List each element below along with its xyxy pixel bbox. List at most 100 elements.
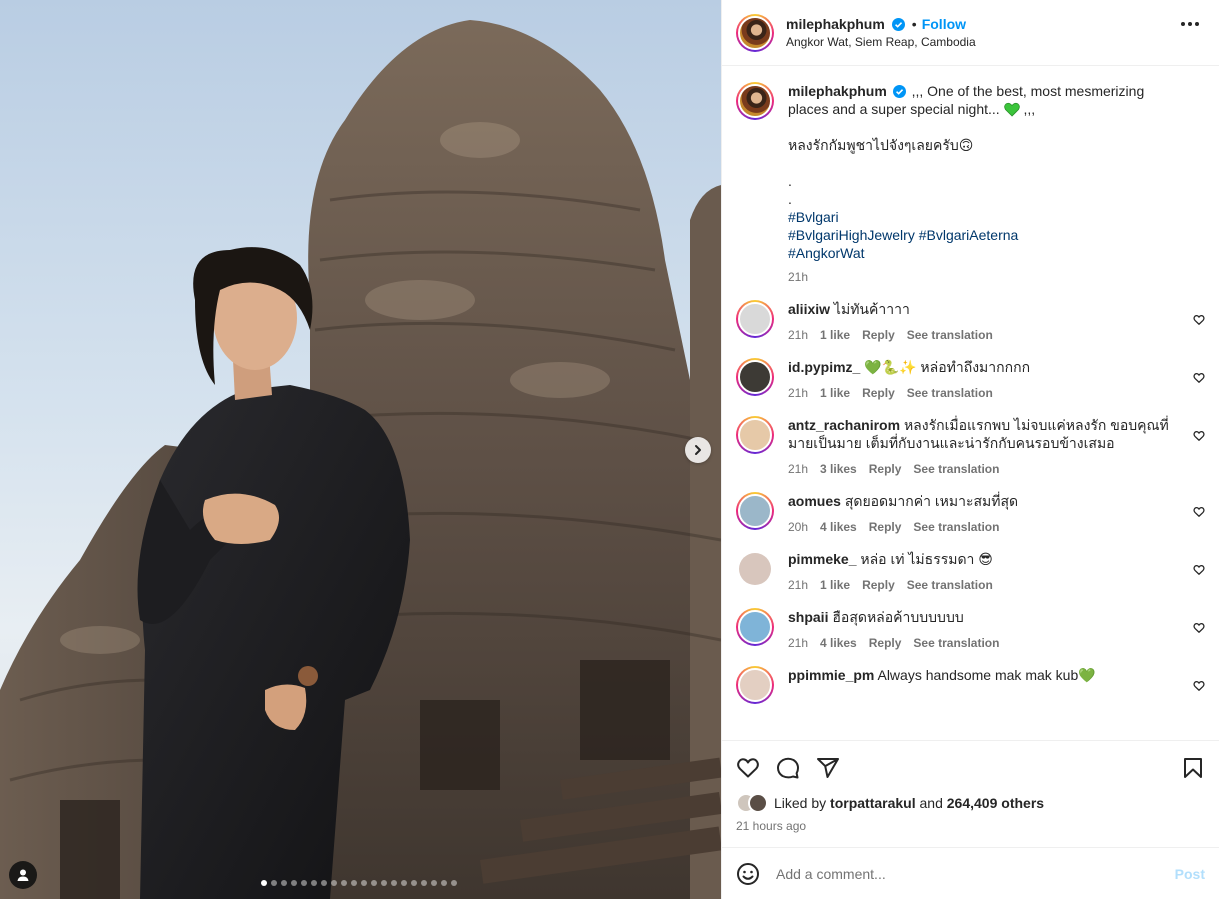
reply-button[interactable]: Reply [869,634,902,652]
emoji-icon[interactable] [736,862,760,886]
comment-text: ฮือสุดหล่อค้าบบบบบบ [832,609,964,625]
commenter-username[interactable]: shpaii [788,609,828,625]
commenter-avatar[interactable] [736,666,774,704]
carousel-dot [391,880,397,886]
carousel-dot [351,880,357,886]
reply-button[interactable]: Reply [862,384,895,402]
post-comment-button[interactable]: Post [1175,866,1205,882]
reply-button[interactable]: Reply [869,460,902,478]
carousel-dot [321,880,327,886]
comments-section[interactable]: milephakphum ,,, One of the best, most m… [722,66,1219,740]
see-translation-button[interactable]: See translation [913,460,999,478]
share-icon[interactable] [816,756,840,780]
user-tags-button[interactable] [9,861,37,889]
carousel-indicator [261,880,457,886]
comment-likes[interactable]: 3 likes [820,460,857,478]
commenter-avatar[interactable] [736,300,774,338]
carousel-dot [271,880,277,886]
hashtag-link[interactable]: #AngkorWat [788,244,1188,262]
carousel-next-button[interactable] [685,437,711,463]
comment-time[interactable]: 21h [788,576,808,594]
post-media[interactable] [0,0,721,899]
comment-item: antz_rachanirom หลงรักเมื่อแรกพบ ไม่จบแค… [736,416,1205,478]
caption-author-avatar[interactable] [736,82,774,120]
comment-likes[interactable]: 1 like [820,384,850,402]
likes-summary: Liked by torpattarakul and 264,409 other… [736,793,1205,813]
comment-like-heart-icon[interactable] [1193,371,1205,387]
commenter-avatar[interactable] [736,492,774,530]
follow-button[interactable]: Follow [922,16,966,32]
commenter-avatar[interactable] [736,416,774,454]
reply-button[interactable]: Reply [869,518,902,536]
hashtag-link[interactable]: #BvlgariHighJewelry #BvlgariAeterna [788,226,1188,244]
carousel-dot [451,880,457,886]
comment-list: aliixiw ไม่ทันค้าาาา 21h 1 like Reply Se… [736,300,1205,704]
comment-text: ไม่ทันค้าาาา [833,301,910,317]
comment-item: pimmeke_ หล่อ เท่ ไม่ธรรมดา 😎 21h 1 like… [736,550,1205,594]
see-translation-button[interactable]: See translation [913,634,999,652]
see-translation-button[interactable]: See translation [907,576,993,594]
more-options-icon[interactable] [1181,22,1199,26]
carousel-dot [441,880,447,886]
reply-button[interactable]: Reply [862,326,895,344]
comment-likes[interactable]: 4 likes [820,518,857,536]
see-translation-button[interactable]: See translation [913,518,999,536]
liked-by-and: and [919,795,943,811]
comment-like-heart-icon[interactable] [1193,505,1205,521]
comment-like-heart-icon[interactable] [1193,429,1205,445]
see-translation-button[interactable]: See translation [907,384,993,402]
comment-time[interactable]: 20h [788,518,808,536]
post-header: milephakphum • Follow Angkor Wat, Siem R… [722,0,1219,66]
caption-username[interactable]: milephakphum [788,83,887,99]
comment-item: id.pypimz_ 💚🐍✨ หล่อทำถึงมากกกก 21h 1 lik… [736,358,1205,402]
bookmark-icon[interactable] [1181,756,1205,780]
see-translation-button[interactable]: See translation [907,326,993,344]
commenter-username[interactable]: aliixiw [788,301,830,317]
comment-like-heart-icon[interactable] [1193,679,1205,695]
author-avatar[interactable] [736,13,774,52]
comment-likes[interactable]: 1 like [820,576,850,594]
comment-item: ppimmie_pm Always handsome mak mak kub💚 [736,666,1205,704]
comment-text: Always handsome mak mak kub💚 [877,667,1096,683]
reply-button[interactable]: Reply [862,576,895,594]
carousel-dot [431,880,437,886]
chevron-right-icon [695,445,701,455]
carousel-dot [371,880,377,886]
comment-time[interactable]: 21h [788,460,808,478]
commenter-avatar[interactable] [736,550,774,588]
liker-avatars[interactable] [736,793,768,813]
comment-like-heart-icon[interactable] [1193,313,1205,329]
comment-icon[interactable] [776,756,800,780]
commenter-avatar[interactable] [736,358,774,396]
post-photo [0,20,721,899]
commenter-username[interactable]: aomues [788,493,841,509]
carousel-dot [341,880,347,886]
carousel-dot [291,880,297,886]
commenter-avatar[interactable] [736,608,774,646]
heart-icon[interactable] [736,756,760,780]
comment-time[interactable]: 21h [788,384,808,402]
comment-input[interactable] [776,865,1175,882]
comment-like-heart-icon[interactable] [1193,563,1205,579]
commenter-username[interactable]: pimmeke_ [788,551,856,567]
liked-by-prefix: Liked by [774,795,827,811]
post-time-ago[interactable]: 21 hours ago [736,819,1205,833]
comment-item: shpaii ฮือสุดหล่อค้าบบบบบบ 21h 4 likes R… [736,608,1205,652]
author-username[interactable]: milephakphum [786,16,885,32]
commenter-username[interactable]: antz_rachanirom [788,417,900,433]
comment-item: aliixiw ไม่ทันค้าาาา 21h 1 like Reply Se… [736,300,1205,344]
commenter-username[interactable]: id.pypimz_ [788,359,860,375]
commenter-username[interactable]: ppimmie_pm [788,667,874,683]
others-count[interactable]: 264,409 others [947,795,1044,811]
comment-text: หล่อ เท่ ไม่ธรรมดา 😎 [860,551,993,567]
comment-likes[interactable]: 4 likes [820,634,857,652]
hashtag-link[interactable]: #Bvlgari [788,208,1188,226]
liked-by-user[interactable]: torpattarakul [830,795,916,811]
comment-time[interactable]: 21h [788,634,808,652]
comment-like-heart-icon[interactable] [1193,621,1205,637]
comment-time[interactable]: 21h [788,326,808,344]
separator-bullet: • [911,16,917,32]
comment-likes[interactable]: 1 like [820,326,850,344]
carousel-dot [411,880,417,886]
post-location[interactable]: Angkor Wat, Siem Reap, Cambodia [786,35,976,49]
